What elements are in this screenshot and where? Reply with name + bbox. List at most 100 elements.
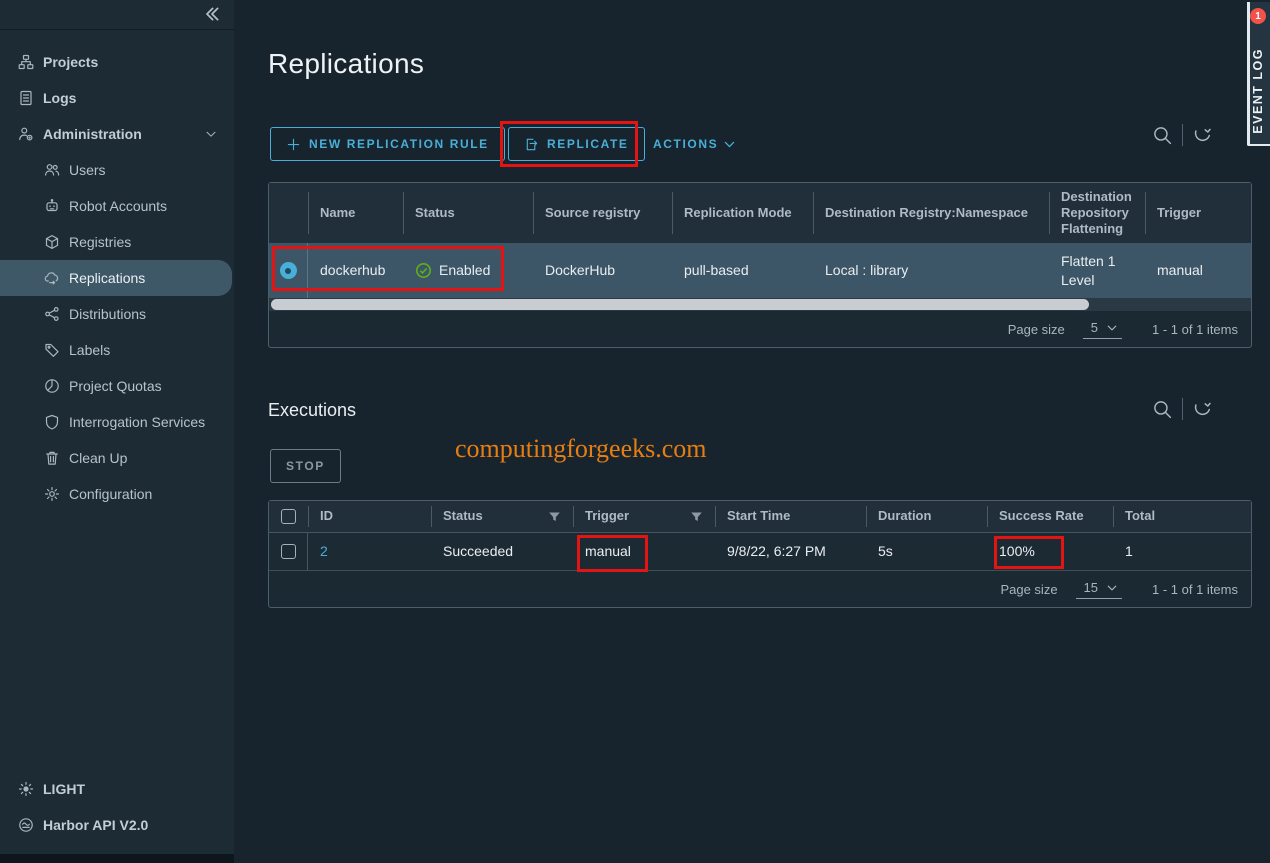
- table-row[interactable]: dockerhub Enabled DockerHub pull-based L…: [269, 243, 1251, 298]
- scrollbar-thumb[interactable]: [271, 299, 1089, 310]
- projects-icon: [18, 54, 34, 70]
- sidebar-item-labels[interactable]: Labels: [0, 332, 232, 368]
- items-range: 1 - 1 of 1 items: [1152, 582, 1238, 597]
- sidebar-item-administration[interactable]: Administration: [0, 116, 232, 152]
- new-replication-rule-label: NEW REPLICATION RULE: [309, 137, 489, 151]
- sidebar-collapse-row: [0, 0, 234, 30]
- column-header-source-registry: Source registry: [533, 183, 672, 243]
- robot-icon: [44, 198, 60, 214]
- sidebar: Projects Logs Administration Users Robot…: [0, 0, 234, 863]
- column-header-status: Status: [403, 183, 533, 243]
- refresh-icon[interactable]: [1192, 399, 1213, 420]
- cell-name: dockerhub: [308, 243, 403, 298]
- search-icon[interactable]: [1152, 399, 1173, 420]
- executions-table-tools: [1152, 398, 1213, 420]
- column-header-destination: Destination Registry:Namespace: [813, 183, 1049, 243]
- cell-destination: Local : library: [813, 243, 1049, 298]
- sidebar-item-logs[interactable]: Logs: [0, 80, 232, 116]
- cube-icon: [44, 234, 60, 250]
- sidebar-footer: LIGHT Harbor API V2.0: [0, 771, 234, 843]
- replications-pagination: Page size 5 1 - 1 of 1 items: [269, 311, 1251, 348]
- replications-table: Name Status Source registry Replication …: [268, 182, 1252, 348]
- administration-icon: [18, 126, 34, 142]
- executions-pagination: Page size 15 1 - 1 of 1 items: [269, 571, 1251, 608]
- cloud-sync-icon: [44, 270, 60, 286]
- column-header-duration: Duration: [866, 501, 987, 532]
- sidebar-item-label: Projects: [43, 54, 98, 70]
- sidebar-item-replications[interactable]: Replications: [0, 260, 232, 296]
- replicate-icon: [524, 137, 539, 152]
- sidebar-item-project-quotas[interactable]: Project Quotas: [0, 368, 232, 404]
- page-size-value: 5: [1091, 320, 1098, 335]
- new-replication-rule-button[interactable]: NEW REPLICATION RULE: [270, 127, 505, 161]
- divider: [1182, 124, 1183, 146]
- cell-trigger: manual: [573, 533, 715, 570]
- harbor-api-label: Harbor API V2.0: [43, 817, 148, 833]
- filter-icon[interactable]: [548, 510, 561, 523]
- actions-label: ACTIONS: [653, 137, 718, 151]
- replicate-button[interactable]: REPLICATE: [508, 127, 645, 161]
- sidebar-item-registries[interactable]: Registries: [0, 224, 232, 260]
- column-header-id: ID: [308, 501, 431, 532]
- api-icon: [18, 817, 34, 833]
- tag-icon: [44, 342, 60, 358]
- sidebar-item-clean-up[interactable]: Clean Up: [0, 440, 232, 476]
- sidebar-item-label: Distributions: [69, 306, 146, 322]
- search-icon[interactable]: [1152, 125, 1173, 146]
- page-size-select[interactable]: 5: [1083, 320, 1122, 339]
- chevron-down-icon[interactable]: [204, 127, 218, 141]
- execution-id-link[interactable]: 2: [320, 542, 328, 560]
- radio-column-header: [269, 183, 308, 243]
- filter-icon[interactable]: [690, 510, 703, 523]
- column-header-success-rate: Success Rate: [987, 501, 1113, 532]
- sidebar-collapse-icon[interactable]: [202, 4, 222, 24]
- table-row[interactable]: 2 Succeeded manual 9/8/22, 6:27 PM 5s 10…: [269, 533, 1251, 571]
- sidebar-nav: Projects Logs Administration Users Robot…: [0, 44, 232, 512]
- window-bottom-edge: [0, 854, 234, 863]
- harbor-api-link[interactable]: Harbor API V2.0: [0, 807, 234, 843]
- users-icon: [44, 162, 60, 178]
- row-select-cell: [269, 243, 308, 298]
- page-size-select[interactable]: 15: [1076, 580, 1122, 599]
- actions-dropdown[interactable]: ACTIONS: [653, 127, 736, 161]
- sidebar-item-interrogation-services[interactable]: Interrogation Services: [0, 404, 232, 440]
- harbor-app: Projects Logs Administration Users Robot…: [0, 0, 1270, 863]
- chevron-down-icon: [1106, 582, 1118, 594]
- column-header-total: Total: [1113, 501, 1251, 532]
- sidebar-item-label: Labels: [69, 342, 110, 358]
- column-header-trigger: Trigger: [1145, 183, 1251, 243]
- watermark-text: computingforgeeks.com: [455, 434, 707, 464]
- cell-replication-mode: pull-based: [672, 243, 813, 298]
- sidebar-item-projects[interactable]: Projects: [0, 44, 232, 80]
- theme-toggle-light[interactable]: LIGHT: [0, 771, 234, 807]
- sidebar-item-label: Interrogation Services: [69, 414, 205, 430]
- cell-duration: 5s: [866, 533, 987, 570]
- column-header-name: Name: [308, 183, 403, 243]
- replications-table-header: Name Status Source registry Replication …: [269, 183, 1251, 243]
- sidebar-item-distributions[interactable]: Distributions: [0, 296, 232, 332]
- shield-icon: [44, 414, 60, 430]
- column-header-replication-mode: Replication Mode: [672, 183, 813, 243]
- cell-status: Enabled: [403, 243, 533, 298]
- row-checkbox[interactable]: [281, 544, 296, 559]
- page-title: Replications: [268, 48, 424, 80]
- sidebar-item-users[interactable]: Users: [0, 152, 232, 188]
- logs-icon: [18, 90, 34, 106]
- sidebar-item-robot-accounts[interactable]: Robot Accounts: [0, 188, 232, 224]
- event-log-tab[interactable]: 1 EVENT LOG: [1247, 2, 1270, 146]
- stop-button[interactable]: STOP: [270, 449, 341, 483]
- horizontal-scrollbar[interactable]: [269, 298, 1251, 311]
- theme-toggle-label: LIGHT: [43, 781, 85, 797]
- cell-status: Succeeded: [431, 533, 573, 570]
- sidebar-item-configuration[interactable]: Configuration: [0, 476, 232, 512]
- plus-icon: [286, 137, 301, 152]
- replicate-label: REPLICATE: [547, 137, 629, 151]
- cell-source-registry: DockerHub: [533, 243, 672, 298]
- cell-flattening: Flatten 1 Level: [1049, 243, 1145, 298]
- page-size-label: Page size: [1008, 322, 1065, 337]
- check-circle-icon: [415, 262, 432, 279]
- select-all-checkbox[interactable]: [281, 509, 296, 524]
- trash-icon: [44, 450, 60, 466]
- row-radio-selected[interactable]: [280, 262, 297, 279]
- refresh-icon[interactable]: [1192, 125, 1213, 146]
